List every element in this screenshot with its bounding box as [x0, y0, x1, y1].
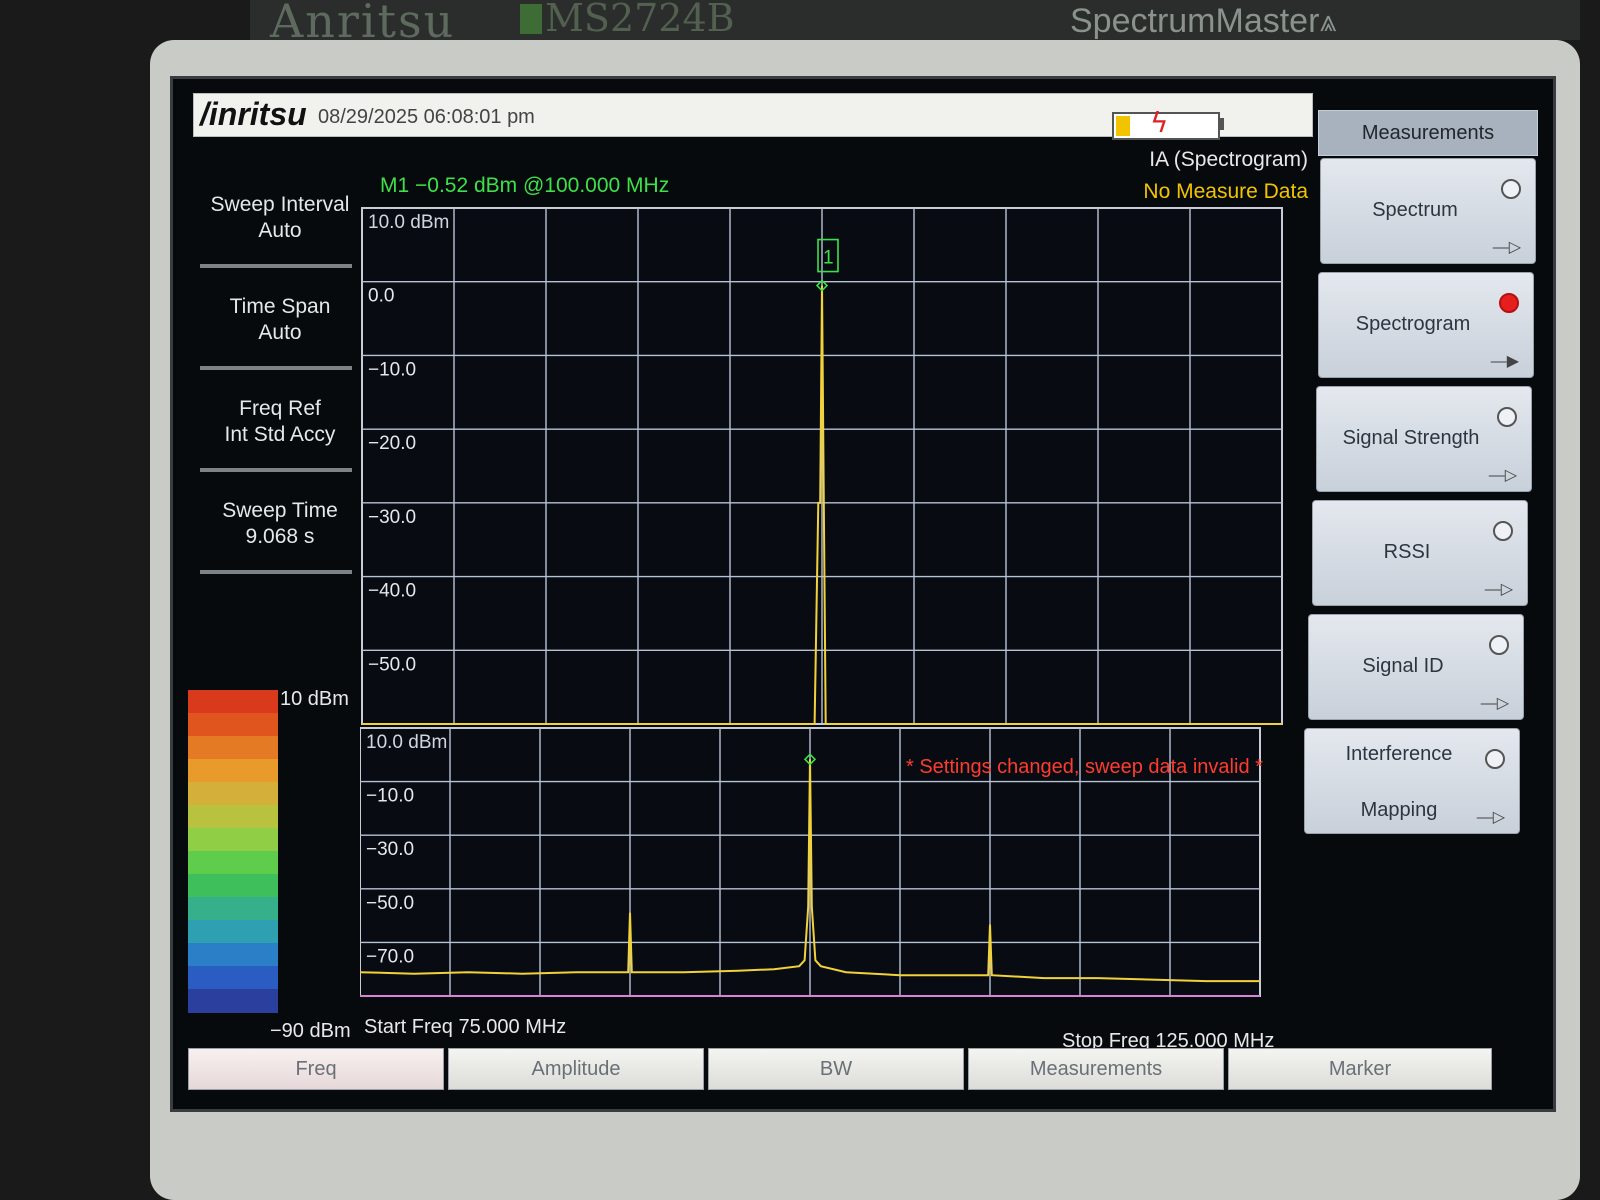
battery-level	[1116, 116, 1130, 136]
datetime: 08/29/2025 06:08:01 pm	[318, 106, 535, 128]
color-scale-band	[188, 828, 278, 852]
divider	[200, 468, 352, 472]
sweep-time-value: 9.068 s	[245, 525, 315, 548]
submenu-arrow-icon: —▶	[1490, 353, 1519, 370]
radio-unselected-icon	[1501, 179, 1521, 199]
marker-label: 1	[823, 248, 834, 269]
softkey-rssi[interactable]: RSSI —▷	[1312, 500, 1528, 606]
color-scale-band	[188, 920, 278, 944]
color-scale-band	[188, 943, 278, 967]
submenu-arrow-icon: —▷	[1484, 581, 1513, 598]
time-span-value: Auto	[258, 321, 302, 344]
softkey-label: Interference	[1345, 743, 1453, 765]
marker-readout: M1 −0.52 dBm @100.000 MHz	[380, 174, 670, 197]
submenu-arrow-icon: —▷	[1492, 239, 1521, 256]
color-scale-band	[188, 851, 278, 875]
measurement-mode: IA (Spectrogram)	[1149, 148, 1308, 171]
radio-unselected-icon	[1493, 521, 1513, 541]
radio-unselected-icon	[1489, 635, 1509, 655]
color-scale-band	[188, 782, 278, 806]
divider	[200, 366, 352, 370]
divider	[200, 264, 352, 268]
tab-freq[interactable]: Freq	[188, 1048, 444, 1090]
tab-amplitude[interactable]: Amplitude	[448, 1048, 704, 1090]
y-tick-label: −30.0	[368, 507, 416, 528]
softkey-label: RSSI	[1383, 541, 1431, 563]
color-scale-band	[188, 805, 278, 829]
tab-measurements[interactable]: Measurements	[968, 1048, 1224, 1090]
antenna-icon: ⩓	[1320, 4, 1337, 39]
y-tick-label: −20.0	[368, 433, 416, 454]
sweep-time-label: Sweep Time	[222, 499, 338, 522]
color-scale-band	[188, 897, 278, 921]
start-freq-label: Start Freq 75.000 MHz	[364, 1016, 567, 1038]
color-scale-min: −90 dBm	[270, 1020, 351, 1042]
radio-unselected-icon	[1497, 407, 1517, 427]
color-scale-max: 10 dBm	[280, 688, 349, 710]
measure-status: No Measure Data	[1143, 180, 1308, 203]
divider	[200, 570, 352, 574]
freq-ref-info: Freq Ref Int Std Accy	[200, 396, 360, 448]
time-span-info: Time Span Auto	[200, 294, 360, 346]
battery-icon: ϟ	[1112, 106, 1220, 140]
freq-ref-value: Int Std Accy	[224, 423, 336, 446]
softkey-label: Signal Strength	[1342, 427, 1480, 449]
color-scale-band	[188, 736, 278, 760]
softkey-interference-mapping[interactable]: Interference Mapping —▷	[1304, 728, 1520, 834]
y-tick-label: −40.0	[368, 581, 416, 602]
spectrum-plot: 10.0 dBm 0.0 −10.0 −20.0 −30.0 −40.0 −50.0 1 10…	[360, 207, 1283, 997]
charging-icon: ϟ	[1150, 106, 1169, 139]
softkey-spectrogram[interactable]: Spectrogram —▶	[1318, 272, 1534, 378]
battery-terminal	[1218, 118, 1224, 130]
y-tick-label: −70.0	[366, 946, 414, 967]
radio-unselected-icon	[1485, 749, 1505, 769]
sweep-interval-value: Auto	[258, 219, 302, 242]
softkey-label: Spectrogram	[1355, 313, 1471, 335]
y-tick-label: −50.0	[368, 654, 416, 675]
upper-spectrum-panel: 10.0 dBm 0.0 −10.0 −20.0 −30.0 −40.0 −50.0 1	[361, 207, 1283, 725]
device-product: SpectrumMaster	[1070, 2, 1320, 40]
y-tick-label: −10.0	[368, 359, 416, 380]
y-tick-label: 10.0 dBm	[368, 212, 449, 233]
time-span-label: Time Span	[229, 295, 331, 318]
color-scale-bar	[188, 690, 278, 1013]
color-scale-band	[188, 989, 278, 1013]
submenu-arrow-icon: —▷	[1488, 467, 1517, 484]
y-tick-label: 0.0	[368, 286, 394, 307]
brand-accent	[520, 4, 542, 34]
color-scale-band	[188, 966, 278, 990]
sweep-time-info: Sweep Time 9.068 s	[200, 498, 360, 550]
anritsu-logo: /inritsu	[200, 96, 307, 132]
freq-ref-label: Freq Ref	[239, 397, 321, 420]
y-tick-label: 10.0 dBm	[366, 732, 447, 753]
softkey-label-line2: Mapping	[1360, 799, 1438, 821]
softkey-signal-strength[interactable]: Signal Strength —▷	[1316, 386, 1532, 492]
sweep-interval-label: Sweep Interval	[210, 193, 350, 216]
sweep-interval-info: Sweep Interval Auto	[200, 192, 360, 244]
softkey-spectrum[interactable]: Spectrum —▷	[1320, 158, 1536, 264]
softkey-label: Signal ID	[1362, 655, 1444, 677]
softkey-menu-title: Measurements	[1318, 110, 1538, 156]
tab-bw[interactable]: BW	[708, 1048, 964, 1090]
settings-warning: * Settings changed, sweep data invalid *	[906, 756, 1263, 778]
softkey-label: Spectrum	[1372, 199, 1458, 221]
device-model: MS2724B	[545, 0, 735, 40]
color-scale-band	[188, 713, 278, 737]
color-scale-band	[188, 759, 278, 783]
tab-marker[interactable]: Marker	[1228, 1048, 1492, 1090]
y-tick-label: −10.0	[366, 786, 414, 807]
color-scale-band	[188, 874, 278, 898]
y-tick-label: −30.0	[366, 839, 414, 860]
y-tick-label: −50.0	[366, 893, 414, 914]
submenu-arrow-icon: —▷	[1476, 809, 1505, 826]
submenu-arrow-icon: —▷	[1480, 695, 1509, 712]
color-scale-band	[188, 690, 278, 714]
softkey-signal-id[interactable]: Signal ID —▷	[1308, 614, 1524, 720]
radio-selected-icon	[1499, 293, 1519, 313]
